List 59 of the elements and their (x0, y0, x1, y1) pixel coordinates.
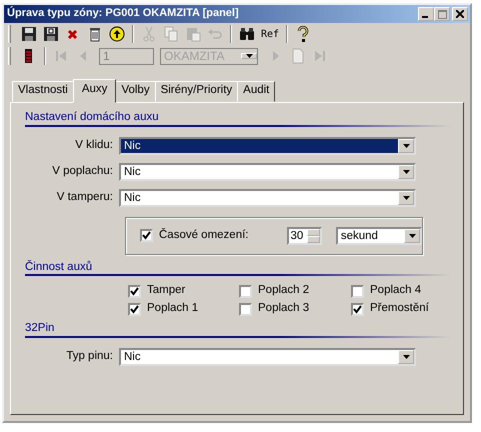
checkbox-label: Tamper (147, 284, 186, 298)
checkbox[interactable] (351, 284, 364, 298)
dropdown-field[interactable]: Nic (119, 162, 416, 181)
minimize-button[interactable] (418, 7, 434, 21)
dropdown-field[interactable]: Nic (119, 136, 416, 155)
section-heading: Činnost auxů (25, 260, 94, 274)
help-icon (295, 26, 311, 42)
save-button[interactable] (19, 24, 39, 44)
caret-icon (246, 54, 252, 58)
paste-icon (185, 26, 201, 42)
close-icon (456, 10, 464, 18)
maximize-button[interactable] (434, 7, 450, 21)
field-label: Typ pinu: (65, 350, 114, 364)
section-heading: Nastavení domácího auxu (25, 110, 160, 125)
spin-field[interactable]: 30 (286, 226, 322, 245)
checkbox-label: Přemostění (370, 302, 429, 316)
caret-icon (402, 170, 410, 174)
maximize-icon (438, 10, 446, 18)
window-title: Úprava typu zóny: PG001 OKAMZITA [panel] (7, 7, 240, 21)
caret-icon (402, 354, 410, 359)
save-as-button[interactable] (41, 24, 61, 44)
checkbox[interactable] (239, 302, 252, 316)
dropdown-field[interactable]: sekund (336, 226, 422, 245)
last-record-icon (312, 48, 328, 64)
save-icon (21, 26, 37, 42)
caret-icon (402, 144, 410, 148)
checkbox-label: Poplach 1 (147, 302, 198, 316)
new-record-icon (290, 48, 306, 64)
save-as-icon (43, 26, 59, 42)
field-label: V poplachu: (51, 164, 114, 178)
checkbox[interactable] (128, 302, 141, 316)
close-button[interactable] (452, 7, 468, 21)
dropdown-field[interactable]: Nic (119, 188, 416, 207)
reference-button[interactable]: Ref (259, 24, 281, 44)
first-record-icon (53, 48, 69, 64)
tab[interactable]: Sirény/Priority (154, 81, 238, 102)
checkbox[interactable] (239, 284, 252, 298)
undo-icon (207, 26, 223, 42)
binoculars-icon (239, 26, 255, 42)
field-label: V klidu: (74, 138, 114, 152)
copy-icon (163, 26, 179, 42)
checkbox-label: Poplach 3 (258, 302, 310, 316)
cut-icon (141, 26, 157, 42)
field-label: V tamperu: (56, 190, 114, 204)
tab[interactable]: Vlastnosti (12, 81, 74, 102)
tab[interactable]: Auxy (72, 79, 116, 103)
caret-icon (408, 234, 416, 238)
dropdown-field[interactable]: Nic (119, 348, 416, 366)
checkbox[interactable] (351, 302, 364, 316)
section-heading: 32Pin (25, 322, 56, 336)
checkbox-label: Poplach 4 (370, 284, 422, 298)
checkbox-label: Časové omezení: (159, 228, 248, 242)
trash-icon (87, 26, 103, 42)
tab[interactable]: Audit (237, 81, 276, 102)
checkbox-label: Poplach 2 (258, 284, 310, 298)
up-arrow-button[interactable] (107, 24, 127, 44)
checkbox[interactable] (128, 284, 141, 298)
checkbox[interactable] (140, 229, 153, 242)
caret-icon (402, 196, 410, 200)
